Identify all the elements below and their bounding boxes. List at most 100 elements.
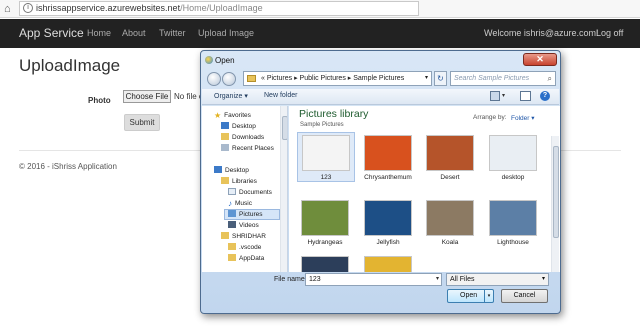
nav-appdata[interactable]: AppData [228, 254, 264, 263]
file-item[interactable]: Koala [422, 200, 478, 246]
chevron-down-icon[interactable]: ▾ [436, 274, 439, 285]
file-name: Desert [440, 174, 460, 181]
nav-desktop[interactable]: Desktop [221, 122, 256, 131]
file-thumbnail [489, 135, 537, 171]
desktop-icon [214, 166, 222, 173]
close-button[interactable]: ✕ [523, 53, 557, 66]
file-name: Jellyfish [376, 239, 400, 246]
file-item[interactable]: 123 [297, 132, 355, 182]
nav-downloads[interactable]: Downloads [221, 133, 264, 142]
video-icon [228, 221, 236, 228]
brand-link[interactable]: App Service [19, 26, 84, 40]
file-item[interactable]: Hydrangeas [297, 200, 353, 246]
file-list: Pictures library Sample Pictures Arrange… [289, 106, 560, 272]
arrange-label: Arrange by: [473, 114, 507, 121]
filetype-select[interactable]: All Files ▾ [446, 273, 549, 286]
recent-icon [221, 144, 229, 151]
file-thumbnail [302, 135, 350, 171]
star-icon: ★ [214, 111, 222, 120]
info-icon[interactable]: i [23, 3, 33, 13]
nav-videos[interactable]: Videos [228, 221, 259, 230]
file-thumbnail [426, 200, 474, 236]
search-icon[interactable]: ⌕ [548, 72, 552, 85]
url-field[interactable]: i ishrissappservice.azurewebsites.net/Ho… [19, 1, 419, 16]
filename-input[interactable]: 123 ▾ [305, 273, 442, 286]
arrange-by-dropdown[interactable]: Folder ▾ [511, 114, 535, 122]
library-title: Pictures library [299, 108, 369, 120]
choose-file-button[interactable]: Choose File [123, 90, 171, 103]
nav-libraries[interactable]: Libraries [221, 177, 257, 186]
file-item[interactable]: desktop [485, 135, 541, 181]
preview-pane-icon[interactable] [520, 91, 531, 101]
music-icon: ♪ [228, 199, 232, 208]
open-button-label: Open [460, 292, 478, 299]
open-file-dialog: Open ✕ « Pictures ▸ Public Pictures ▸ Sa… [200, 50, 561, 314]
navpane-scrollbar[interactable] [280, 106, 287, 272]
file-name: desktop [501, 174, 525, 181]
open-split-chevron-icon[interactable]: ▾ [484, 290, 493, 302]
file-item[interactable]: Desert [422, 135, 478, 181]
file-name: Koala [441, 239, 459, 246]
pictures-icon [228, 210, 236, 217]
app-navbar: App Service Home About Twitter Upload Im… [0, 19, 640, 48]
file-item[interactable]: Chrysanthemum [360, 135, 416, 181]
folder-icon [247, 75, 256, 82]
nav-twitter[interactable]: Twitter [159, 28, 186, 38]
nav-vscode[interactable]: .vscode [228, 243, 261, 252]
forward-button[interactable] [222, 72, 236, 86]
file-item[interactable] [297, 256, 353, 272]
nav-desktop-root[interactable]: Desktop [214, 166, 249, 175]
file-item[interactable]: Lighthouse [485, 200, 541, 246]
nav-favorites[interactable]: ★ Favorites [214, 111, 251, 120]
file-thumbnail [301, 200, 349, 236]
nav-upload-image[interactable]: Upload Image [198, 28, 254, 38]
document-icon [228, 188, 236, 195]
page-title: UploadImage [19, 56, 121, 75]
nav-recent-places[interactable]: Recent Places [221, 144, 274, 153]
refresh-button[interactable]: ↻ [434, 71, 447, 86]
home-icon[interactable]: ⌂ [4, 3, 11, 15]
browser-address-bar: ⌂ i ishrissappservice.azurewebsites.net/… [0, 0, 640, 18]
navpane-scroll-thumb[interactable] [282, 116, 287, 140]
nav-about[interactable]: About [122, 28, 146, 38]
file-thumbnail [364, 200, 412, 236]
help-icon[interactable]: ? [540, 91, 550, 101]
chrome-icon [205, 56, 213, 64]
logoff-link[interactable]: Log off [596, 28, 623, 38]
search-input[interactable]: Search Sample Pictures ⌕ [450, 71, 556, 86]
file-name: Lighthouse [497, 239, 529, 246]
organize-menu[interactable]: Organize ▾ [214, 92, 248, 100]
file-list-scrollbar[interactable] [551, 136, 559, 272]
nav-music[interactable]: ♪ Music [228, 199, 252, 208]
url-path: /Home/UploadImage [180, 3, 263, 13]
cancel-button[interactable]: Cancel [501, 289, 548, 303]
chevron-down-icon[interactable]: ▾ [542, 274, 545, 285]
file-thumbnail [301, 256, 349, 272]
file-thumbnail [364, 256, 412, 272]
file-thumbnail [426, 135, 474, 171]
nav-user-folder[interactable]: SHRIDHAR [221, 232, 266, 241]
file-thumbnail [489, 200, 537, 236]
nav-pictures[interactable]: Pictures [224, 209, 280, 220]
nav-documents[interactable]: Documents [228, 188, 272, 197]
new-folder-button[interactable]: New folder [264, 92, 297, 99]
view-chevron-icon[interactable]: ▾ [502, 92, 505, 99]
file-item[interactable] [360, 256, 416, 272]
breadcrumb-text: « Pictures ▸ Public Pictures ▸ Sample Pi… [261, 75, 405, 82]
welcome-link[interactable]: Welcome ishris@azure.com! [484, 28, 599, 38]
photo-label: Photo [88, 96, 111, 105]
file-item[interactable]: Jellyfish [360, 200, 416, 246]
footer-text: © 2016 - iShriss Application [19, 162, 117, 171]
library-icon [221, 177, 229, 184]
view-icon[interactable] [490, 91, 500, 101]
chevron-down-icon[interactable]: ▾ [425, 72, 428, 85]
nav-home[interactable]: Home [87, 28, 111, 38]
submit-button[interactable]: Submit [124, 114, 160, 131]
folder-breadcrumb[interactable]: « Pictures ▸ Public Pictures ▸ Sample Pi… [243, 71, 432, 86]
library-subtitle: Sample Pictures [300, 122, 344, 128]
file-list-scroll-thumb[interactable] [553, 146, 559, 238]
open-button[interactable]: Open ▾ [447, 289, 494, 303]
dialog-title: Open [215, 56, 235, 65]
filetype-value: All Files [450, 276, 475, 283]
back-button[interactable] [207, 72, 221, 86]
